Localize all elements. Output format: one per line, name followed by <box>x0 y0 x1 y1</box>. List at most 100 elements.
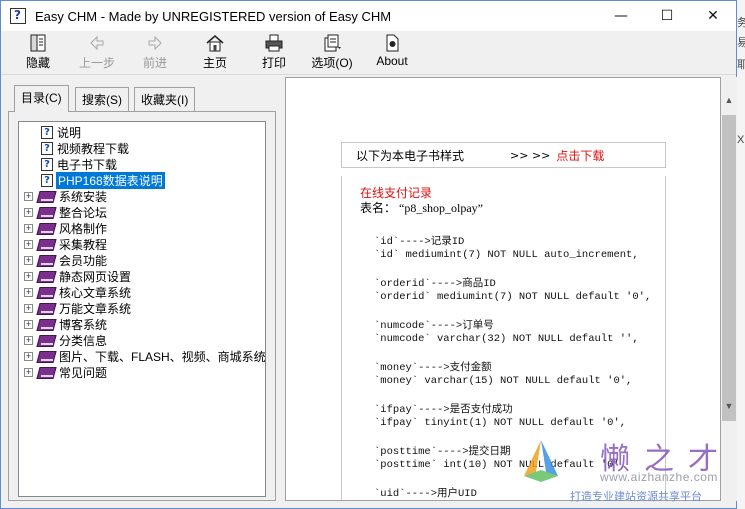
book-icon <box>38 286 54 298</box>
tree-item-label: 说明 <box>57 125 82 140</box>
content-scrollbar[interactable]: ▲ ▼ <box>721 77 737 501</box>
forward-button[interactable]: 前进 <box>130 33 180 73</box>
tree-item-book[interactable]: + 采集教程 <box>24 236 108 252</box>
expand-icon[interactable]: + <box>24 351 33 361</box>
tree-item-book[interactable]: + 风格制作 <box>24 220 108 236</box>
options-label: 选项(O) <box>311 56 353 70</box>
expand-icon[interactable]: + <box>24 367 33 377</box>
navigation-pane: 目录(C) 搜索(S) 收藏夹(I) ? 说明 ? 视频教程下载 ? 电子书下载 <box>8 77 276 501</box>
expand-icon[interactable]: + <box>24 207 33 217</box>
printer-icon <box>249 33 299 53</box>
expand-icon[interactable]: + <box>24 335 33 345</box>
home-button[interactable]: 主页 <box>190 33 240 73</box>
back-button[interactable]: 上一步 <box>72 33 122 73</box>
help-page-icon: ? <box>41 157 53 171</box>
book-icon <box>38 238 54 250</box>
field-def: `money` varchar(15) NOT NULL default '0'… <box>374 375 633 387</box>
tree-item-book[interactable]: + 图片、下载、FLASH、视频、商城系统 <box>24 348 267 364</box>
tree-item-page-selected[interactable]: ? PHP168数据表说明 <box>41 170 166 190</box>
tree-item-label: PHP168数据表说明 <box>55 170 166 190</box>
tree-item-label: 核心文章系统 <box>59 285 132 300</box>
tree-item-label: 整合论坛 <box>59 205 108 220</box>
options-button[interactable]: 选项(O) <box>307 33 357 73</box>
tab-favorites[interactable]: 收藏夹(I) <box>134 87 196 111</box>
expand-icon[interactable]: + <box>24 223 33 233</box>
tree-item-book[interactable]: + 分类信息 <box>24 332 108 348</box>
tree-item-page[interactable]: ? 视频教程下载 <box>41 140 130 156</box>
about-label: About <box>376 54 408 68</box>
forward-label: 前进 <box>142 56 167 70</box>
home-label: 主页 <box>202 56 227 70</box>
help-page-icon: ? <box>41 173 53 187</box>
minimize-button[interactable]: — <box>598 1 644 31</box>
tree-item-label: 系统安装 <box>59 189 108 204</box>
back-label: 上一步 <box>78 56 115 70</box>
tree-item-book[interactable]: + 万能文章系统 <box>24 300 132 316</box>
toolbar: 隐藏 上一步 前进 主页 打印 选项(O) About <box>1 31 736 75</box>
scroll-thumb[interactable] <box>722 115 736 421</box>
scroll-up-arrow[interactable]: ▲ <box>721 91 737 108</box>
book-icon <box>38 206 54 218</box>
field-def: `ifpay` tinyint(1) NOT NULL default '0', <box>374 417 627 429</box>
tree-item-book[interactable]: + 会员功能 <box>24 252 108 268</box>
expand-icon[interactable]: + <box>24 319 33 329</box>
banner-text: 以下为本电子书样式 <box>356 148 465 163</box>
tree-item-label: 万能文章系统 <box>59 301 132 316</box>
maximize-button[interactable]: ☐ <box>644 1 690 31</box>
field-desc: `money`---->支付金额 <box>374 362 492 374</box>
tree-item-page[interactable]: ? 说明 <box>41 124 82 140</box>
title-bar[interactable]: Easy CHM - Made by UNREGISTERED version … <box>1 1 736 31</box>
close-button[interactable]: ✕ <box>690 1 736 31</box>
expand-icon[interactable]: + <box>24 191 33 201</box>
tab-search[interactable]: 搜索(S) <box>75 87 129 111</box>
book-icon <box>38 302 54 314</box>
contents-tree[interactable]: ? 说明 ? 视频教程下载 ? 电子书下载 ? PHP168数据表说明 + 系统安… <box>18 121 266 497</box>
expand-icon[interactable]: + <box>24 239 33 249</box>
tree-item-book[interactable]: + 整合论坛 <box>24 204 108 220</box>
tree-item-book[interactable]: + 核心文章系统 <box>24 284 132 300</box>
download-link[interactable]: 点击下载 <box>556 147 604 164</box>
tree-item-label: 博客系统 <box>59 317 108 332</box>
tree-item-label: 电子书下载 <box>57 157 118 172</box>
field-desc: `posttime`---->提交日期 <box>374 446 511 458</box>
tree-item-book[interactable]: + 常见问题 <box>24 364 108 380</box>
home-icon <box>190 33 240 53</box>
print-button[interactable]: 打印 <box>249 33 299 73</box>
tree-item-book[interactable]: + 博客系统 <box>24 316 108 332</box>
hide-button[interactable]: 隐藏 <box>13 33 63 73</box>
field-def: `id` mediumint(7) NOT NULL auto_incremen… <box>374 249 639 261</box>
field-desc: `numcode`---->订单号 <box>374 320 494 332</box>
expand-icon[interactable]: + <box>24 303 33 313</box>
tree-item-label: 采集教程 <box>59 237 108 252</box>
background-char: 易 <box>737 37 745 49</box>
background-char: 耶 <box>737 59 745 71</box>
print-label: 打印 <box>261 56 286 70</box>
download-banner: 以下为本电子书样式 >> >> 点击下载 <box>341 142 666 168</box>
tree-item-book[interactable]: + 系统安装 <box>24 188 108 204</box>
pane-splitter[interactable] <box>281 77 284 501</box>
scroll-down-arrow[interactable]: ▼ <box>721 397 737 414</box>
tab-contents[interactable]: 目录(C) <box>14 85 69 112</box>
tree-item-page[interactable]: ? 电子书下载 <box>41 156 118 172</box>
content-pane: 以下为本电子书样式 >> >> 点击下载 在线支付记录 表名： “p8_shop… <box>285 77 721 501</box>
book-icon <box>38 366 54 378</box>
expand-icon[interactable]: + <box>24 287 33 297</box>
tree-item-label: 分类信息 <box>59 333 108 348</box>
table-name: “p8_shop_olpay” <box>399 201 483 215</box>
book-icon <box>38 270 54 282</box>
tree-item-label: 图片、下载、FLASH、视频、商城系统 <box>59 349 266 364</box>
about-button[interactable]: About <box>368 33 416 73</box>
tree-item-label: 静态网页设置 <box>59 269 132 284</box>
about-icon <box>368 33 416 53</box>
book-icon <box>38 254 54 266</box>
expand-icon[interactable]: + <box>24 271 33 281</box>
expand-icon[interactable]: + <box>24 255 33 265</box>
field-desc: `ifpay`---->是否支付成功 <box>374 404 513 416</box>
help-page-icon: ? <box>41 141 53 155</box>
hide-icon <box>13 33 63 53</box>
tree-frame: ? 说明 ? 视频教程下载 ? 电子书下载 ? PHP168数据表说明 + 系统安… <box>8 111 276 501</box>
tree-item-book[interactable]: + 静态网页设置 <box>24 268 132 284</box>
book-icon <box>38 318 54 330</box>
tree-item-label: 会员功能 <box>59 253 108 268</box>
tree-item-label: 常见问题 <box>59 365 108 380</box>
